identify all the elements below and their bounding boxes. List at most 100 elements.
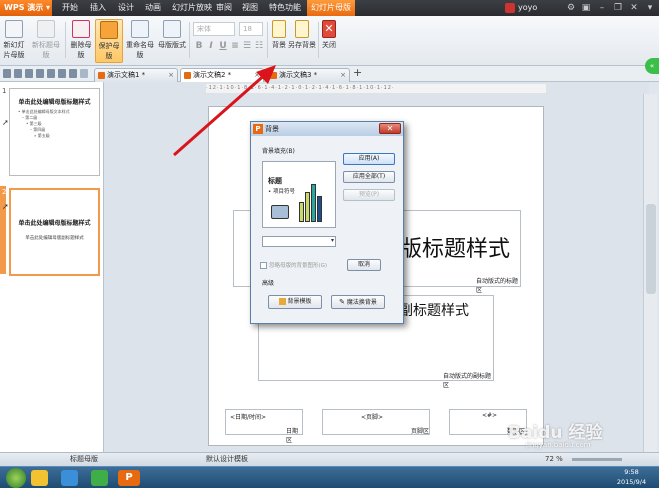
underline-icon[interactable]: U	[217, 41, 229, 54]
wps-logo-icon: P	[253, 124, 263, 134]
new-slide-master-label: 新幻灯片母版	[3, 41, 25, 59]
open-icon[interactable]	[14, 69, 22, 78]
slide-thumbnail-panel: 1 单击此处编辑母版标题样式 • 单击此处编辑母版文本样式 – 第二级 • 第三…	[0, 82, 104, 452]
date-placeholder[interactable]: <日期/时间> 日期区	[225, 409, 303, 444]
start-button-icon[interactable]	[6, 468, 26, 488]
side-panel-toggle-icon[interactable]: «	[645, 58, 659, 74]
apply-button[interactable]: 应用(A)	[343, 153, 395, 165]
thumbnail-subtitle: 单击此处编辑母版副标题样式	[25, 236, 84, 241]
fill-select[interactable]: ▾	[262, 236, 336, 247]
advanced-label: 高级	[262, 280, 275, 287]
minimize-icon[interactable]: –	[596, 2, 608, 14]
browser-icon[interactable]	[91, 470, 108, 486]
background-dialog: P 背景 ✕ 背景填充(B) 标题 • 项目符号 ▾ 应用(A) 应用全部(T)…	[250, 121, 404, 324]
preview-button[interactable]: 预览(P)	[343, 189, 395, 201]
background-button[interactable]: 背景	[270, 19, 288, 63]
omit-graphics-checkbox[interactable]	[260, 262, 267, 269]
zoom-slider[interactable]	[572, 458, 622, 461]
new-slide-master-button[interactable]: 新幻灯片母版	[1, 19, 27, 63]
app-name: WPS 演示	[4, 3, 44, 12]
user-name[interactable]: yoyo	[518, 0, 537, 16]
bold-icon[interactable]: B	[193, 41, 205, 54]
gear-icon[interactable]: ⚙	[565, 2, 577, 14]
protect-master-button[interactable]: 保护母版	[95, 19, 123, 63]
quick-toolbar: 演示文稿1 * × 演示文稿2 * × 演示文稿3 * × +	[0, 66, 659, 82]
dialog-close-button[interactable]: ✕	[379, 123, 401, 134]
cloud-icon[interactable]	[61, 470, 78, 486]
bullet-list-icon[interactable]: ☰	[241, 41, 253, 54]
skin-icon[interactable]: ▣	[580, 2, 592, 14]
app-menu-button[interactable]: WPS 演示 ▾	[0, 0, 52, 16]
font-name-select[interactable]: 宋体	[193, 22, 235, 36]
apply-all-button[interactable]: 应用全部(T)	[343, 171, 395, 183]
slide-thumbnail-1[interactable]: 单击此处编辑母版标题样式 • 单击此处编辑母版文本样式 – 第二级 • 第三级 …	[9, 88, 100, 176]
dialog-title: 背景	[265, 125, 279, 133]
preview-bar	[305, 192, 310, 222]
system-clock[interactable]: 9:58 2015/9/4	[604, 466, 659, 488]
menu-insert[interactable]: 插入	[86, 0, 110, 16]
thumbnail-number: 1	[2, 87, 7, 95]
footer-placeholder-text: <页脚>	[361, 414, 384, 421]
new-title-master-button[interactable]: 新标题母版	[29, 19, 63, 63]
italic-icon[interactable]: I	[205, 41, 217, 54]
menu-animation[interactable]: 动画	[141, 0, 165, 16]
wps-presentation-icon[interactable]: P	[118, 470, 140, 486]
magic-background-label: 魔法换背景	[346, 299, 377, 306]
menu-slideshow[interactable]: 幻灯片放映	[168, 0, 216, 16]
font-size-select[interactable]: 18	[239, 22, 263, 36]
background-template-button[interactable]: 背景模板	[268, 295, 322, 309]
restore-icon[interactable]: ❐	[612, 2, 624, 14]
delete-master-label: 删除母版	[70, 41, 92, 59]
new-tab-icon[interactable]: +	[353, 66, 362, 79]
new-title-master-label: 新标题母版	[32, 41, 60, 59]
menu-bar: WPS 演示 ▾ 开始 插入 设计 动画 幻灯片放映 审阅 视图 特色功能 幻灯…	[0, 0, 659, 16]
menu-slide-master[interactable]: 幻灯片母版	[307, 0, 355, 16]
menu-start[interactable]: 开始	[58, 0, 82, 16]
menu-features[interactable]: 特色功能	[265, 0, 305, 16]
preview-bar	[299, 202, 304, 222]
pin-icon: ➚	[2, 118, 9, 127]
title-master-icon	[37, 20, 55, 38]
master-layout-label: 母版版式	[158, 41, 186, 49]
print-preview-icon[interactable]	[47, 69, 55, 78]
vertical-scrollbar[interactable]	[643, 94, 657, 452]
date-area-label: 日期区	[286, 428, 299, 444]
status-bar: 标题母版 默认设计模板 72 %	[0, 452, 659, 466]
footer-placeholder[interactable]: <页脚> 页脚区	[322, 409, 430, 435]
avatar[interactable]	[505, 3, 515, 13]
close-icon[interactable]: ✕	[628, 2, 640, 14]
customize-icon[interactable]	[80, 69, 88, 78]
scroll-thumb[interactable]	[646, 204, 656, 294]
omit-graphics-label: 忽略母版的背景图形(G)	[269, 263, 328, 269]
undo-icon[interactable]	[58, 69, 66, 78]
chevron-down-icon[interactable]: ▾	[644, 2, 656, 14]
folder-icon[interactable]	[31, 470, 48, 486]
close-icon: ✕	[322, 20, 336, 38]
numbered-list-icon[interactable]: ☷	[253, 41, 265, 54]
menu-review[interactable]: 审阅	[212, 0, 236, 16]
save-icon[interactable]	[25, 69, 33, 78]
zoom-level[interactable]: 72 %	[545, 453, 563, 466]
magic-background-button[interactable]: ✎ 魔法换背景	[331, 295, 385, 309]
selection-marker	[0, 186, 6, 274]
tab-presentation-1[interactable]: 演示文稿1 * ×	[94, 68, 178, 82]
master-layout-button[interactable]: 母版版式	[157, 19, 187, 63]
align-left-icon[interactable]: ≡	[229, 41, 241, 54]
rename-master-button[interactable]: 重命名母版	[124, 19, 156, 63]
template-icon	[278, 298, 286, 305]
new-file-icon[interactable]	[3, 69, 11, 78]
subtitle-area-label: 自动版式的副标题区	[443, 373, 492, 389]
redo-icon[interactable]	[69, 69, 77, 78]
new-master-icon	[5, 20, 23, 38]
close-master-label: 关闭	[322, 41, 336, 49]
delete-master-button[interactable]: 删除母版	[68, 19, 94, 63]
slide-thumbnail-2[interactable]: 单击此处编辑母版标题样式 单击此处编辑母版副标题样式	[9, 188, 100, 276]
background-preview: 标题 • 项目符号	[262, 161, 336, 228]
menu-view[interactable]: 视图	[238, 0, 262, 16]
print-icon[interactable]	[36, 69, 44, 78]
menu-design[interactable]: 设计	[114, 0, 138, 16]
close-master-button[interactable]: ✕ 关闭	[321, 19, 337, 63]
save-background-button[interactable]: 另存背景	[288, 19, 316, 63]
cancel-button[interactable]: 取消	[347, 259, 381, 271]
close-tab-icon[interactable]: ×	[340, 69, 346, 82]
